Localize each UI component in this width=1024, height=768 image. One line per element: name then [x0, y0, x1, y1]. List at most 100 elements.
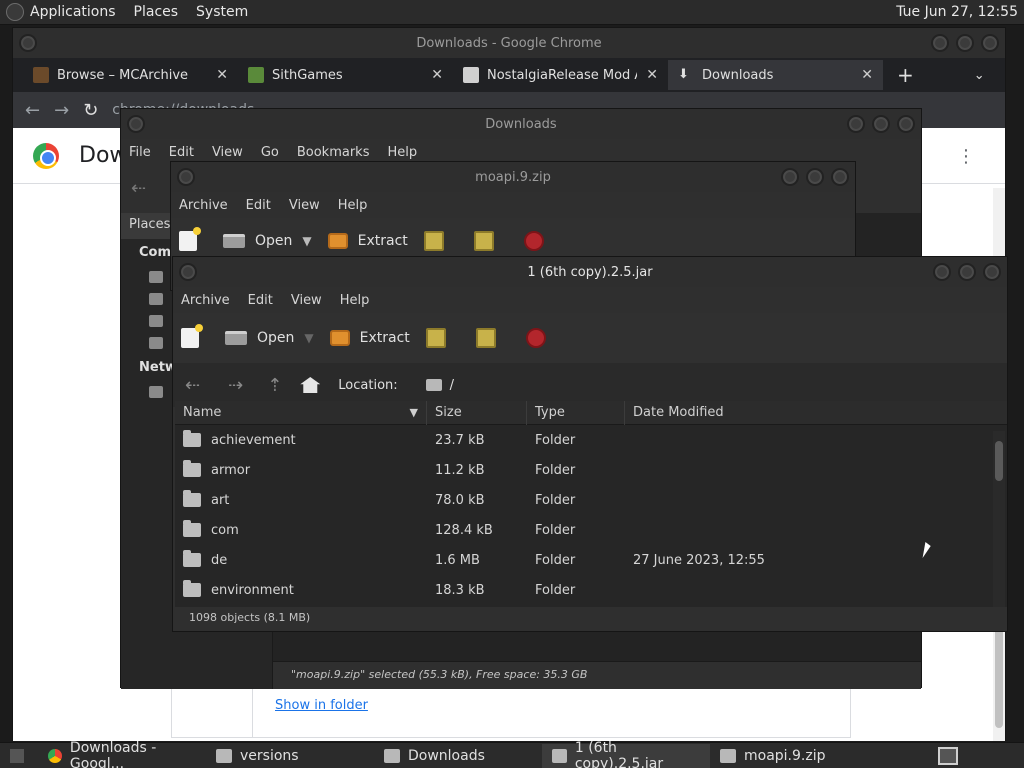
task-versions[interactable]: versions: [206, 744, 374, 768]
column-type[interactable]: Type: [527, 400, 625, 425]
maximize-icon[interactable]: [958, 263, 976, 281]
menu-help[interactable]: Help: [387, 145, 417, 160]
tab-close-icon[interactable]: ✕: [431, 67, 443, 83]
tab-close-icon[interactable]: ✕: [216, 67, 228, 83]
task-label: Downloads - Googl...: [69, 739, 157, 768]
window-menu-icon[interactable]: [179, 263, 197, 281]
menu-view[interactable]: View: [291, 293, 322, 308]
maximize-icon[interactable]: [806, 168, 824, 186]
column-name[interactable]: Name ▼: [175, 400, 427, 425]
menu-view[interactable]: View: [289, 198, 320, 213]
menu-edit[interactable]: Edit: [246, 198, 271, 213]
archive-titlebar[interactable]: moapi.9.zip: [171, 162, 855, 192]
table-row[interactable]: environment 18.3 kB Folder: [175, 575, 1007, 605]
window-menu-icon[interactable]: [19, 34, 37, 52]
menu-view[interactable]: View: [212, 145, 243, 160]
new-archive-button[interactable]: [181, 324, 209, 348]
menu-help[interactable]: Help: [338, 198, 368, 213]
open-button[interactable]: Open ▼: [223, 233, 312, 249]
task-downloads-folder[interactable]: Downloads: [374, 744, 542, 768]
table-row[interactable]: com 128.4 kB Folder: [175, 515, 1007, 545]
open-button[interactable]: Open ▼: [225, 330, 314, 346]
home-icon[interactable]: [300, 377, 321, 393]
extract-button[interactable]: Extract: [329, 330, 410, 346]
new-archive-icon: [181, 324, 203, 348]
menu-edit[interactable]: Edit: [248, 293, 273, 308]
menu-places[interactable]: Places: [134, 4, 179, 20]
window-menu-icon[interactable]: [127, 115, 145, 133]
tab-mcarchive[interactable]: Browse – MCArchive ✕: [23, 60, 238, 90]
show-in-folder-link[interactable]: Show in folder: [275, 698, 368, 713]
close-icon[interactable]: [983, 263, 1001, 281]
add-files-button[interactable]: [423, 231, 458, 251]
forward-icon[interactable]: →: [54, 100, 69, 121]
task-jar-archive[interactable]: 1 (6th copy).2.5.jar: [542, 740, 710, 768]
menu-help[interactable]: Help: [340, 293, 370, 308]
table-row[interactable]: armor 11.2 kB Folder: [175, 455, 1007, 485]
file-type: Folder: [535, 462, 576, 478]
column-size[interactable]: Size: [427, 400, 527, 425]
minimize-icon[interactable]: [931, 34, 949, 52]
chrome-titlebar[interactable]: Downloads - Google Chrome: [13, 28, 1005, 58]
file-list-scrollbar[interactable]: [993, 431, 1005, 607]
menu-archive[interactable]: Archive: [181, 293, 230, 308]
open-dropdown-icon[interactable]: ▼: [302, 234, 311, 248]
table-row[interactable]: achievement 23.7 kB Folder: [175, 425, 1007, 455]
distro-logo-icon[interactable]: [6, 3, 24, 21]
minimize-icon[interactable]: [781, 168, 799, 186]
close-icon[interactable]: [831, 168, 849, 186]
menu-applications[interactable]: Applications: [30, 4, 116, 20]
menu-system[interactable]: System: [196, 4, 248, 20]
sithgames-favicon-icon: [248, 67, 264, 83]
menu-bookmarks[interactable]: Bookmarks: [297, 145, 370, 160]
add-files-button[interactable]: [425, 328, 460, 348]
reload-icon[interactable]: ↻: [83, 100, 98, 121]
stop-button[interactable]: [525, 328, 546, 348]
files-titlebar[interactable]: Downloads: [121, 109, 921, 139]
back-icon[interactable]: ⇠: [185, 375, 200, 396]
tab-nostalgia[interactable]: NostalgiaRelease Mod Ar ✕: [453, 60, 668, 90]
window-menu-icon[interactable]: [177, 168, 195, 186]
workspace-switcher-icon[interactable]: [938, 747, 958, 765]
back-icon[interactable]: ⇠: [131, 178, 146, 199]
new-archive-button[interactable]: [179, 227, 207, 251]
close-icon[interactable]: [897, 115, 915, 133]
tab-close-icon[interactable]: ✕: [861, 67, 873, 83]
tab-downloads[interactable]: ⬇ Downloads ✕: [668, 60, 883, 90]
new-tab-button[interactable]: +: [897, 63, 914, 87]
stop-button[interactable]: [523, 231, 544, 251]
maximize-icon[interactable]: [956, 34, 974, 52]
task-chrome-downloads[interactable]: Downloads - Googl...: [38, 740, 206, 768]
tab-search-icon[interactable]: ⌄: [974, 68, 985, 83]
extract-label: Extract: [357, 233, 408, 249]
open-dropdown-icon[interactable]: ▼: [304, 331, 313, 345]
archive-toolbar: Open ▼ Extract: [173, 313, 1007, 363]
up-icon[interactable]: ⇡: [267, 375, 282, 396]
location-input[interactable]: /: [450, 378, 454, 393]
menu-file[interactable]: File: [129, 145, 151, 160]
archive-titlebar[interactable]: 1 (6th copy).2.5.jar: [173, 257, 1007, 287]
tab-close-icon[interactable]: ✕: [646, 67, 658, 83]
extract-button[interactable]: Extract: [327, 233, 408, 249]
menu-archive[interactable]: Archive: [179, 198, 228, 213]
back-icon[interactable]: ←: [25, 100, 40, 121]
menu-go[interactable]: Go: [261, 145, 279, 160]
show-desktop-icon[interactable]: [10, 748, 24, 763]
tab-sithgames[interactable]: SithGames ✕: [238, 60, 453, 90]
add-files-icon: [425, 328, 446, 348]
minimize-icon[interactable]: [933, 263, 951, 281]
more-options-icon[interactable]: ⋮: [957, 146, 975, 167]
add-folder-button[interactable]: [473, 231, 508, 251]
file-type: Folder: [535, 432, 576, 448]
close-icon[interactable]: [981, 34, 999, 52]
panel-clock[interactable]: Tue Jun 27, 12:55: [896, 4, 1018, 20]
maximize-icon[interactable]: [872, 115, 890, 133]
add-folder-button[interactable]: [475, 328, 510, 348]
table-row[interactable]: de 1.6 MB Folder 27 June 2023, 12:55: [175, 545, 1007, 575]
minimize-icon[interactable]: [847, 115, 865, 133]
menu-edit[interactable]: Edit: [169, 145, 194, 160]
forward-icon[interactable]: ⇢: [228, 375, 243, 396]
task-moapi-archive[interactable]: moapi.9.zip: [710, 744, 878, 768]
column-date[interactable]: Date Modified: [625, 401, 993, 425]
table-row[interactable]: art 78.0 kB Folder: [175, 485, 1007, 515]
